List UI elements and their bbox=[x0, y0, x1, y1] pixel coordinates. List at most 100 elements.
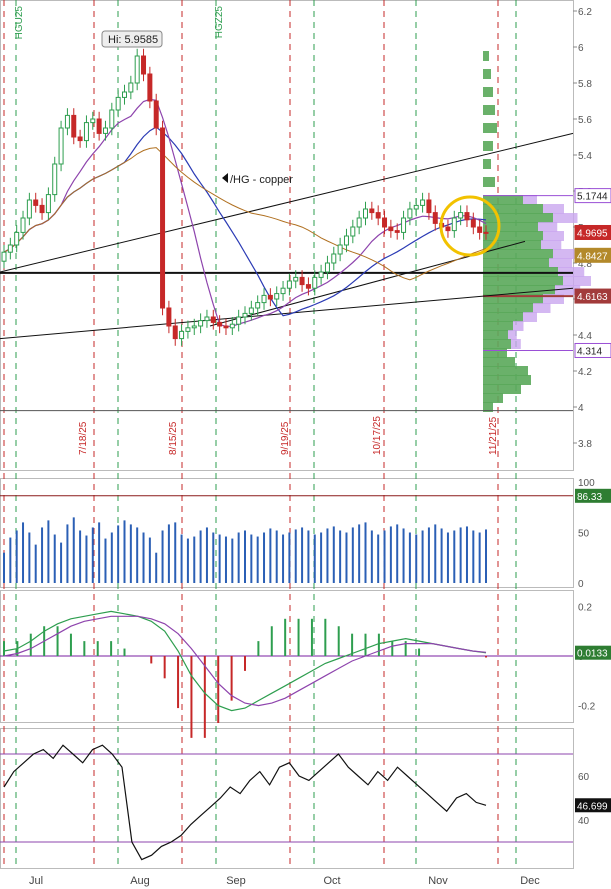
panel-tag-text: 46.699 bbox=[577, 801, 608, 812]
price-candles bbox=[1, 48, 489, 346]
price-panel: Hi: 5.9585 /HG - copper 6.265.85.65.45.2… bbox=[0, 6, 611, 455]
candle-body bbox=[64, 114, 70, 129]
profile-bar bbox=[483, 384, 521, 394]
candle-body bbox=[445, 226, 451, 232]
candle-body bbox=[375, 212, 381, 219]
price-tag-2: 4.8427 bbox=[574, 247, 611, 263]
candle-body bbox=[141, 55, 147, 75]
profile-bar-va bbox=[538, 222, 558, 232]
candle-body bbox=[58, 127, 64, 165]
candle-body bbox=[160, 127, 166, 309]
x-tick-label: Jul bbox=[29, 875, 43, 887]
candle-body bbox=[191, 325, 197, 329]
price-tag-text: 4.9695 bbox=[577, 228, 608, 239]
candle-body bbox=[210, 316, 216, 323]
ma-orange-line bbox=[3, 147, 487, 281]
panel-tick-label: 0 bbox=[578, 579, 584, 590]
x-tick-label: Oct bbox=[323, 875, 340, 887]
price-tick-label: 4.2 bbox=[578, 367, 592, 378]
candle-body bbox=[363, 208, 368, 219]
price-tick-label: 4.4 bbox=[578, 331, 592, 342]
profile-bar bbox=[483, 321, 513, 331]
profile-bar bbox=[483, 348, 507, 358]
profile-bar-va bbox=[549, 258, 573, 268]
profile-bar-va bbox=[513, 321, 524, 331]
profile-bar bbox=[483, 87, 493, 97]
candle-body bbox=[331, 253, 337, 264]
candle-body bbox=[248, 307, 254, 314]
candle-body bbox=[280, 287, 286, 295]
candle-body bbox=[432, 212, 438, 224]
candle-body bbox=[458, 212, 464, 219]
candle-body bbox=[274, 293, 280, 300]
price-tag-0: 5.1744 bbox=[574, 188, 611, 204]
panel-value-tag: 86.33 bbox=[575, 488, 611, 503]
candle-body bbox=[166, 307, 172, 327]
price-tag-1: 4.9695 bbox=[574, 224, 611, 240]
panel-tick-label: 100 bbox=[578, 478, 595, 489]
vertical-label: HGZ25 bbox=[214, 6, 225, 39]
profile-bar bbox=[483, 303, 533, 313]
x-tick-label: Aug bbox=[130, 875, 150, 887]
candle-body bbox=[413, 204, 419, 210]
x-tick-label: Sep bbox=[226, 875, 246, 887]
price-tag-text: 4.6163 bbox=[577, 292, 608, 303]
candle-body bbox=[96, 118, 102, 134]
candle-body bbox=[350, 226, 356, 237]
candle-body bbox=[1, 251, 7, 262]
price-tag-3: 4.6163 bbox=[574, 288, 611, 304]
price-tick-label: 3.8 bbox=[578, 439, 592, 450]
candle-body bbox=[477, 226, 483, 233]
candle-body bbox=[318, 271, 324, 278]
candle-body bbox=[7, 244, 13, 253]
candle-body bbox=[223, 325, 229, 329]
candle-body bbox=[382, 217, 388, 228]
profile-bar-va bbox=[563, 276, 591, 286]
profile-bar bbox=[483, 231, 543, 241]
vertical-label: 11/21/25 bbox=[488, 416, 499, 455]
profile-bar-va bbox=[508, 330, 517, 340]
profile-bar bbox=[483, 105, 495, 115]
candle-body bbox=[153, 100, 159, 129]
candle-body bbox=[179, 330, 185, 340]
rsi-panel: 60 40 46.699 bbox=[0, 744, 611, 861]
candle-body bbox=[324, 262, 330, 273]
price-tick-label: 5.8 bbox=[578, 79, 592, 90]
candle-body bbox=[261, 294, 267, 304]
candle-body bbox=[426, 199, 432, 214]
profile-bar-va bbox=[523, 195, 537, 205]
candle-body bbox=[236, 316, 242, 325]
candle-body bbox=[388, 226, 394, 232]
vertical-label: 10/17/25 bbox=[372, 416, 383, 455]
profile-bar bbox=[483, 123, 497, 133]
profile-bar bbox=[483, 330, 508, 340]
candle-body bbox=[229, 323, 235, 329]
pointer-left-icon bbox=[222, 173, 228, 183]
profile-bar bbox=[483, 366, 528, 376]
candle-body bbox=[90, 118, 96, 124]
price-tick-label: 5.4 bbox=[578, 151, 592, 162]
candle-body bbox=[369, 208, 375, 214]
panel-tick-label: -0.2 bbox=[578, 702, 596, 713]
candle-body bbox=[198, 320, 204, 327]
candle-body bbox=[134, 55, 140, 84]
macd-panel: 0.20-0.20.0133 bbox=[0, 602, 611, 738]
candle-body bbox=[128, 82, 134, 93]
symbol-label: /HG - copper bbox=[222, 173, 293, 186]
candle-body bbox=[401, 217, 407, 233]
price-tick-label: 5.6 bbox=[578, 115, 592, 126]
candle-body bbox=[255, 302, 261, 309]
candle-body bbox=[77, 136, 83, 142]
candle-body bbox=[337, 244, 343, 255]
profile-bar-va bbox=[553, 213, 578, 223]
price-tick-label: 4 bbox=[578, 403, 584, 414]
candle-body bbox=[312, 276, 318, 289]
panel-tick-label: 50 bbox=[578, 529, 590, 540]
candle-body bbox=[299, 276, 305, 286]
panel-value-tag: 46.699 bbox=[575, 798, 611, 813]
candle-body bbox=[33, 199, 39, 206]
chart-canvas: Hi: 5.9585 /HG - copper 6.265.85.65.45.2… bbox=[0, 0, 611, 887]
candle-body bbox=[185, 327, 191, 332]
profile-bar bbox=[483, 285, 555, 295]
candle-body bbox=[483, 231, 489, 234]
